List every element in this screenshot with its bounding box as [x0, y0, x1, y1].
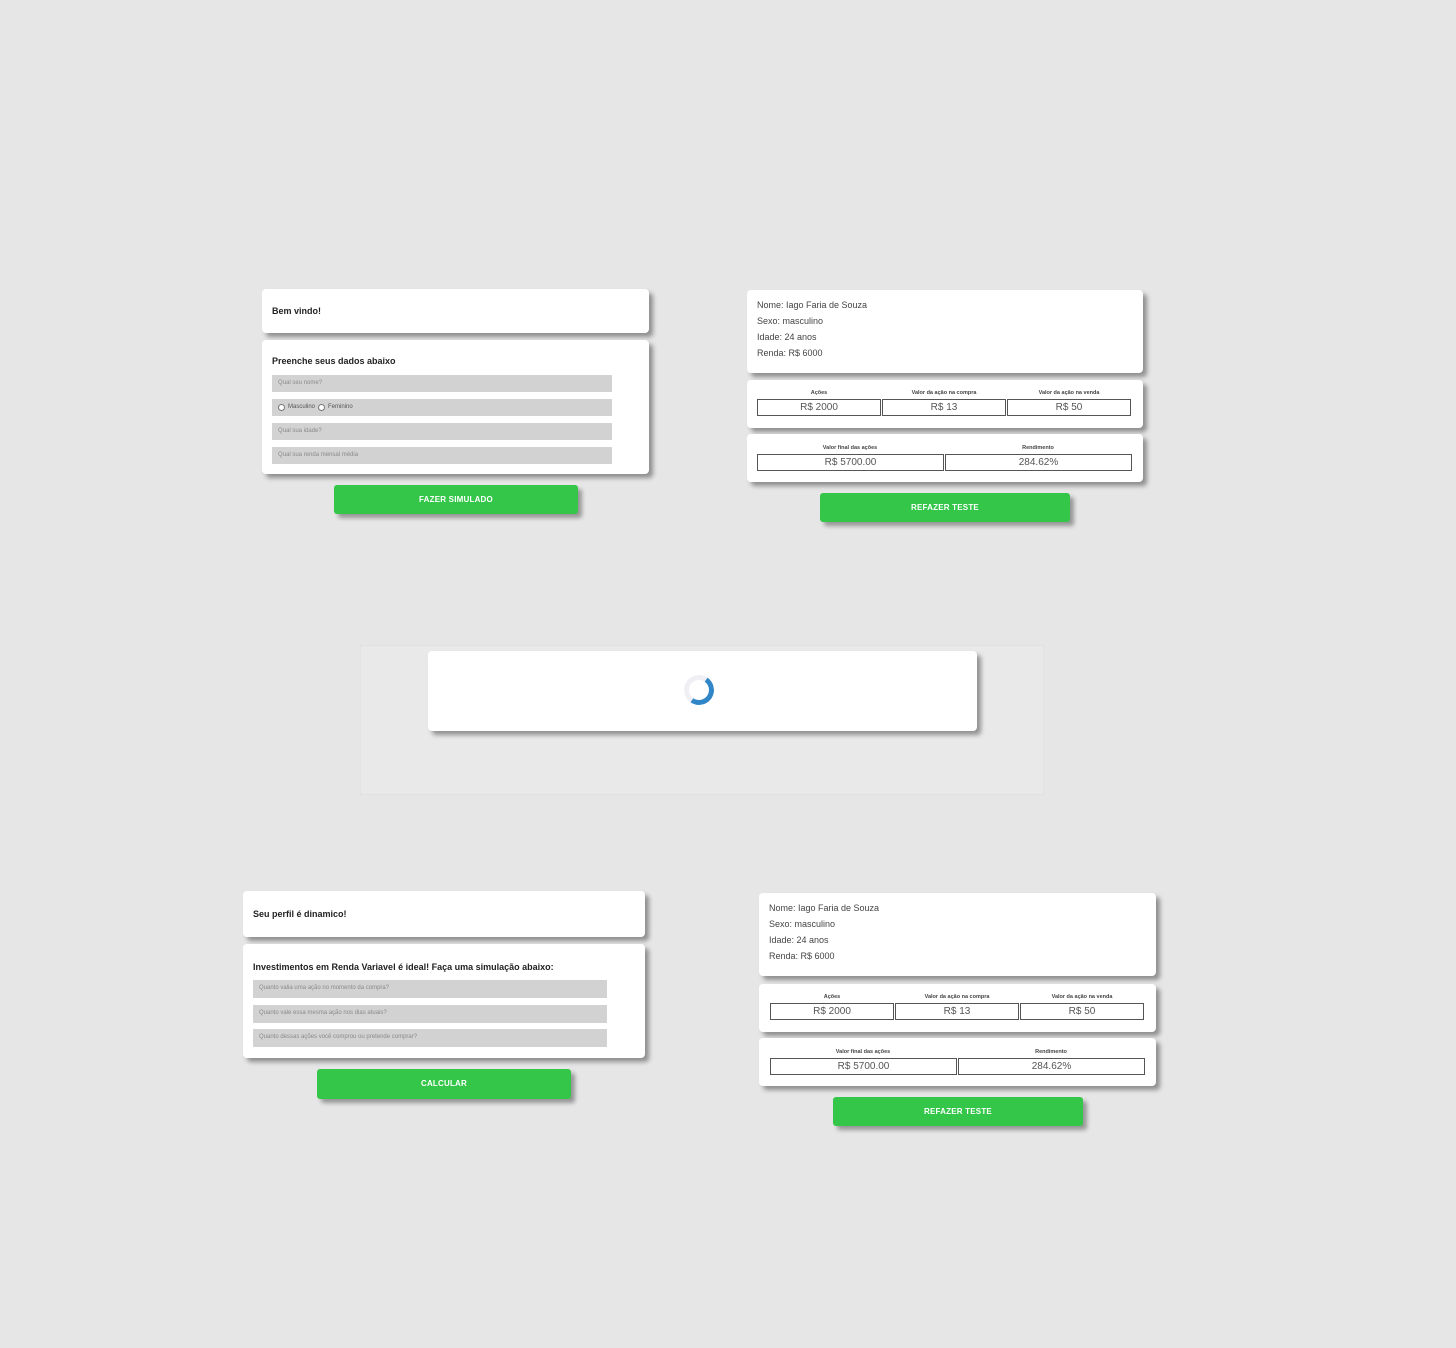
info-nome: Nome: Iago Faria de Souza: [757, 300, 868, 310]
result-info-card-top: Nome: Iago Faria de Souza Sexo: masculin…: [747, 290, 1143, 373]
result-final-card-bottom: Valor final das ações Rendimento R$ 5700…: [759, 1038, 1156, 1086]
simulate-button[interactable]: FAZER SIMULADO: [334, 485, 578, 514]
value-final: R$ 5700.00: [770, 1058, 957, 1075]
info-idade: Idade: 24 anos: [769, 935, 829, 945]
name-input[interactable]: Qual seu nome?: [272, 375, 612, 392]
header-valor-final: Valor final das ações: [822, 445, 878, 451]
result-values-card-bottom: Ações Valor da ação na compra Valor da a…: [759, 984, 1156, 1032]
header-venda: Valor da ação na venda: [1051, 994, 1113, 1000]
form-card: Preenche seus dados abaixo Qual seu nome…: [262, 340, 649, 474]
value-acoes: R$ 2000: [757, 399, 881, 416]
result-info-card-bottom: Nome: Iago Faria de Souza Sexo: masculin…: [759, 893, 1156, 976]
profile-card: Seu perfil é dinamico!: [243, 891, 645, 937]
loading-spinner-icon: [681, 672, 717, 708]
info-idade: Idade: 24 anos: [757, 332, 817, 342]
redo-test-button-bottom[interactable]: REFAZER TESTE: [833, 1097, 1083, 1126]
buy-price-input[interactable]: Quanto valia uma ação no momento da comp…: [253, 980, 607, 998]
result-final-card-top: Valor final das ações Rendimento R$ 5700…: [747, 434, 1143, 482]
header-compra: Valor da ação na compra: [924, 994, 990, 1000]
header-compra: Valor da ação na compra: [911, 390, 977, 396]
info-sexo: Sexo: masculino: [757, 316, 824, 326]
value-compra: R$ 13: [895, 1003, 1019, 1020]
current-price-input[interactable]: Quanto vale essa mesma ação nos dias atu…: [253, 1005, 607, 1023]
welcome-card: Bem vindo!: [262, 289, 649, 333]
radio-female-label: Feminino: [328, 404, 353, 410]
value-rendimento: 284.62%: [958, 1058, 1145, 1075]
header-acoes: Ações: [823, 994, 841, 1000]
profile-title: Seu perfil é dinamico!: [253, 909, 347, 919]
header-valor-final: Valor final das ações: [835, 1049, 891, 1055]
value-acoes: R$ 2000: [770, 1003, 894, 1020]
income-input[interactable]: Qual sua renda mensal média: [272, 447, 612, 464]
value-venda: R$ 50: [1020, 1003, 1144, 1020]
quantity-input[interactable]: Quanto dessas ações você comprou ou pret…: [253, 1029, 607, 1047]
header-rendimento: Rendimento: [1022, 445, 1054, 451]
value-final: R$ 5700.00: [757, 454, 944, 471]
gender-radio-group: Masculino Feminino: [272, 399, 612, 416]
age-input[interactable]: Qual sua idade?: [272, 423, 612, 440]
info-nome: Nome: Iago Faria de Souza: [769, 903, 880, 913]
calculate-button[interactable]: CALCULAR: [317, 1069, 571, 1099]
form-title: Preenche seus dados abaixo: [272, 356, 396, 366]
value-venda: R$ 50: [1007, 399, 1131, 416]
info-renda: Renda: R$ 6000: [757, 348, 823, 358]
calc-form-card: Investimentos em Renda Variavel é ideal!…: [243, 944, 645, 1058]
header-rendimento: Rendimento: [1035, 1049, 1067, 1055]
header-venda: Valor da ação na venda: [1038, 390, 1100, 396]
calc-form-title: Investimentos em Renda Variavel é ideal!…: [253, 962, 554, 972]
header-acoes: Ações: [810, 390, 828, 396]
radio-male-label: Masculino: [288, 404, 316, 410]
radio-female[interactable]: [318, 404, 326, 411]
result-values-card-top: Ações Valor da ação na compra Valor da a…: [747, 380, 1143, 428]
value-compra: R$ 13: [882, 399, 1006, 416]
redo-test-button-top[interactable]: REFAZER TESTE: [820, 493, 1070, 522]
loading-card: [428, 651, 977, 731]
radio-male[interactable]: [278, 404, 285, 411]
info-sexo: Sexo: masculino: [769, 919, 836, 929]
info-renda: Renda: R$ 6000: [769, 951, 835, 961]
value-rendimento: 284.62%: [945, 454, 1132, 471]
welcome-title: Bem vindo!: [272, 306, 322, 316]
